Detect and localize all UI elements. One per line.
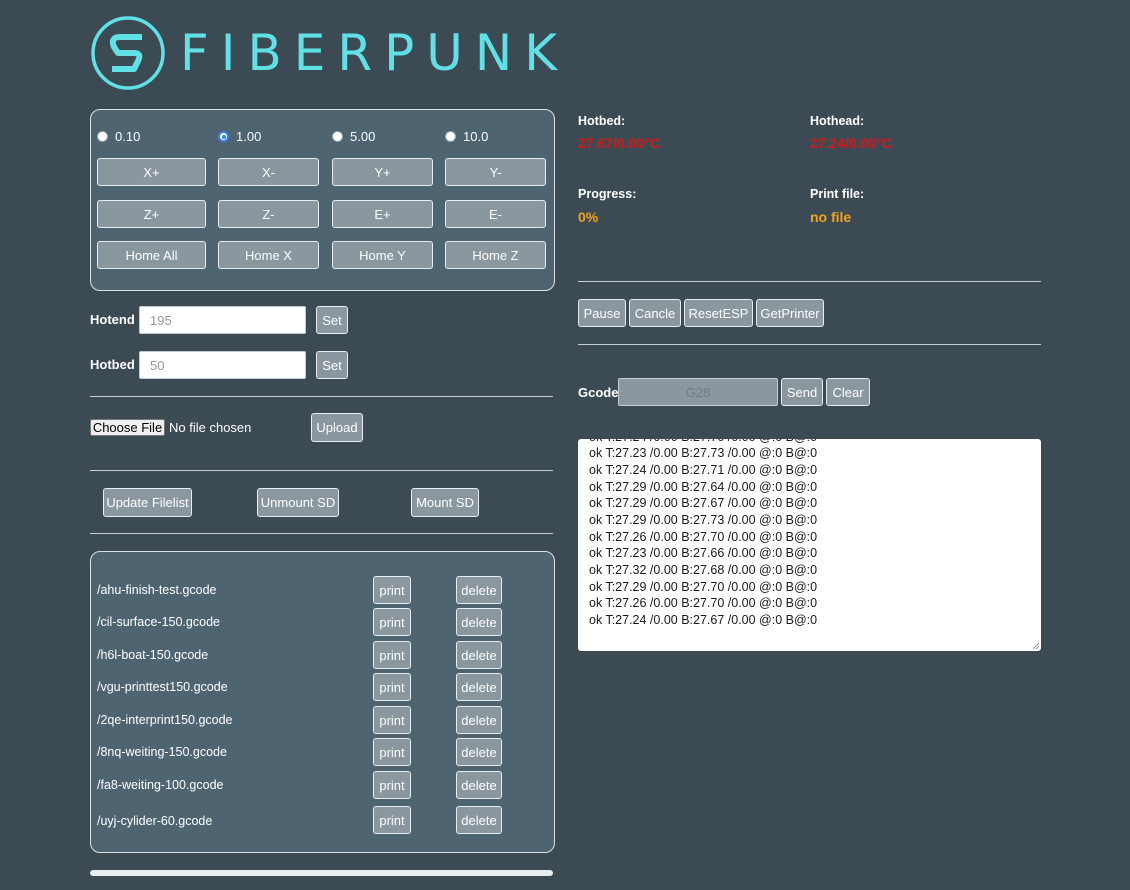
file-name: /8nq-weiting-150.gcode — [97, 745, 227, 759]
delete-button[interactable]: delete — [456, 738, 502, 766]
brand-logo: FIBERPUNK — [90, 15, 569, 91]
gcode-input[interactable]: G28 — [618, 378, 778, 406]
console-line: ok T:27.26 /0.00 B:27.70 /0.00 @:0 B@:0 — [589, 530, 818, 544]
step-radio-5.00[interactable]: 5.00 — [332, 129, 375, 144]
hotend-set-button[interactable]: Set — [316, 306, 348, 334]
mount-sd-button[interactable]: Mount SD — [411, 488, 479, 517]
upload-button[interactable]: Upload — [311, 413, 363, 442]
unmount-sd-button[interactable]: Unmount SD — [257, 488, 339, 517]
home-y-button[interactable]: Home Y — [332, 241, 433, 269]
hotend-label: Hotend — [90, 312, 135, 327]
radio-icon — [445, 131, 456, 142]
divider — [578, 344, 1041, 345]
file-name: /cil-surface-150.gcode — [97, 615, 220, 629]
divider — [90, 396, 553, 397]
hotbed-input[interactable]: 50 — [139, 351, 306, 379]
console-line: ok T:27.29 /0.00 B:27.70 /0.00 @:0 B@:0 — [589, 580, 818, 594]
file-name: /uyj-cylider-60.gcode — [97, 814, 213, 828]
console-line: ok T:27.26 /0.00 B:27.70 /0.00 @:0 B@:0 — [589, 596, 818, 610]
divider — [90, 533, 553, 534]
gcode-label: Gcode — [578, 385, 619, 400]
send-button[interactable]: Send — [781, 378, 823, 406]
console-line: ok T:27.23 /0.00 B:27.73 /0.00 @:0 B@:0 — [589, 446, 818, 460]
jog-y-plus-button[interactable]: Y+ — [332, 158, 433, 186]
progress-value: 0% — [578, 209, 599, 225]
file-name: /ahu-finish-test.gcode — [97, 583, 217, 597]
brand-name: FIBERPUNK — [180, 24, 570, 82]
step-radio-10.0[interactable]: 10.0 — [445, 129, 488, 144]
jog-x-minus-button[interactable]: X- — [218, 158, 319, 186]
clear-button[interactable]: Clear — [826, 378, 870, 406]
resize-handle-icon[interactable] — [1033, 643, 1039, 649]
step-radio-1.00[interactable]: 1.00 — [218, 129, 261, 144]
file-name: /fa8-weiting-100.gcode — [97, 778, 224, 792]
radio-icon — [332, 131, 343, 142]
console-line: ok T:27.24 /0.00 B:27.67 /0.00 @:0 B@:0 — [589, 613, 818, 627]
jog-z-minus-button[interactable]: Z- — [218, 200, 319, 228]
radio-icon — [97, 131, 108, 142]
jog-e-minus-button[interactable]: E- — [445, 200, 546, 228]
progress-track — [90, 870, 553, 876]
delete-button[interactable]: delete — [456, 608, 502, 636]
get-printer-button[interactable]: GetPrinter — [756, 299, 824, 327]
hotbed-set-button[interactable]: Set — [316, 351, 348, 379]
divider — [578, 281, 1041, 282]
console-line: ok T:27.29 /0.00 B:27.67 /0.00 @:0 B@:0 — [589, 496, 818, 510]
choose-file-button[interactable]: Choose File — [90, 419, 165, 436]
hotend-input[interactable]: 195 — [139, 306, 306, 334]
console-line: ok T:27.32 /0.00 B:27.68 /0.00 @:0 B@:0 — [589, 563, 818, 577]
delete-button[interactable]: delete — [456, 641, 502, 669]
console-line: ok T:27.29 /0.00 B:27.64 /0.00 @:0 B@:0 — [589, 480, 818, 494]
console-line-partial: ok T:27.24 /0.00 B:27.70 /0.00 @:0 B@:0 — [589, 439, 817, 444]
reset-esp-button[interactable]: ResetESP — [684, 299, 753, 327]
pause-button[interactable]: Pause — [578, 299, 626, 327]
hothead-status-value: 27.24/0.00°C — [810, 135, 892, 151]
jog-z-plus-button[interactable]: Z+ — [97, 200, 206, 228]
delete-button[interactable]: delete — [456, 673, 502, 701]
console-line: ok T:27.29 /0.00 B:27.73 /0.00 @:0 B@:0 — [589, 513, 818, 527]
delete-button[interactable]: delete — [456, 576, 502, 604]
print-button[interactable]: print — [373, 608, 411, 636]
file-name: /h6l-boat-150.gcode — [97, 648, 209, 662]
print-button[interactable]: print — [373, 738, 411, 766]
print-button[interactable]: print — [373, 771, 411, 799]
update-filelist-button[interactable]: Update Filelist — [103, 488, 192, 517]
console-output[interactable]: ok T:27.24 /0.00 B:27.70 /0.00 @:0 B@:0 … — [578, 439, 1041, 651]
home-z-button[interactable]: Home Z — [445, 241, 546, 269]
print-button[interactable]: print — [373, 706, 411, 734]
print-button[interactable]: print — [373, 673, 411, 701]
print-file-label: Print file: — [810, 187, 865, 201]
console-line: ok T:27.24 /0.00 B:27.71 /0.00 @:0 B@:0 — [589, 463, 818, 477]
hotbed-status-value: 27.67/0.00°C — [578, 135, 660, 151]
home-all-button[interactable]: Home All — [97, 241, 206, 269]
jog-e-plus-button[interactable]: E+ — [332, 200, 433, 228]
delete-button[interactable]: delete — [456, 706, 502, 734]
fiberpunk-logo-icon — [91, 16, 165, 90]
file-name: /vgu-printtest150.gcode — [97, 680, 228, 694]
step-radio-0.10[interactable]: 0.10 — [97, 129, 140, 144]
jog-y-minus-button[interactable]: Y- — [445, 158, 546, 186]
print-button[interactable]: print — [373, 806, 411, 834]
print-button[interactable]: print — [373, 576, 411, 604]
progress-label: Progress: — [578, 187, 637, 201]
print-button[interactable]: print — [373, 641, 411, 669]
home-x-button[interactable]: Home X — [218, 241, 319, 269]
console-line: ok T:27.23 /0.00 B:27.66 /0.00 @:0 B@:0 — [589, 546, 818, 560]
hotbed-status-label: Hotbed: — [578, 114, 626, 128]
delete-button[interactable]: delete — [456, 771, 502, 799]
divider — [90, 470, 553, 471]
hotbed-label: Hotbed — [90, 357, 135, 372]
radio-checked-icon — [218, 131, 229, 142]
file-name: /2qe-interprint150.gcode — [97, 713, 233, 727]
print-file-value: no file — [810, 209, 852, 225]
hothead-status-label: Hothead: — [810, 114, 865, 128]
delete-button[interactable]: delete — [456, 806, 502, 834]
no-file-chosen-text: No file chosen — [169, 420, 252, 435]
cancel-button[interactable]: Cancle — [629, 299, 681, 327]
jog-x-plus-button[interactable]: X+ — [97, 158, 206, 186]
